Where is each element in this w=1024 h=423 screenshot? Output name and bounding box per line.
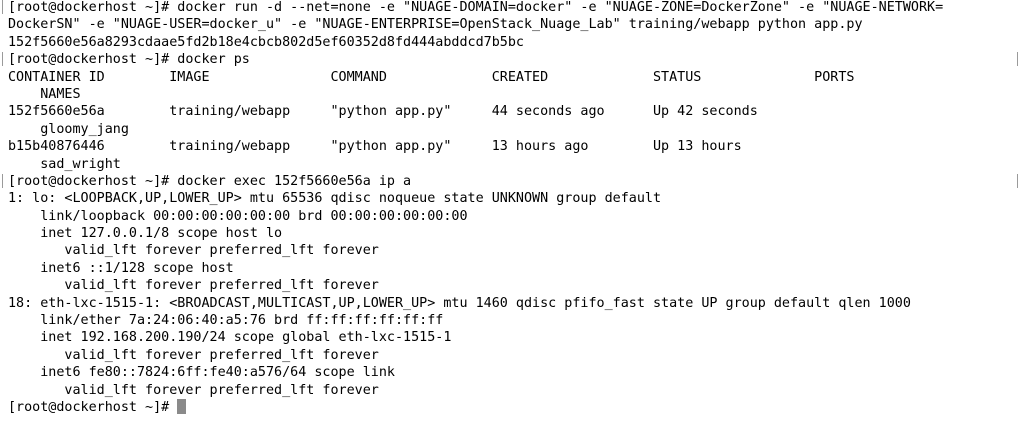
terminal-line: valid_lft forever preferred_lft forever xyxy=(0,242,1024,259)
terminal-line-container-hash: 152f5660e56a8293cdaae5fd2b18e4cbcb802d5e… xyxy=(0,34,1024,51)
line-marker xyxy=(2,173,3,188)
terminal-line: link/ether 7a:24:06:40:a5:76 brd ff:ff:f… xyxy=(0,312,1024,329)
line-text: NAMES xyxy=(8,86,81,102)
line-text: inet6 ::1/128 scope host xyxy=(8,260,234,276)
ps-header-names: NAMES xyxy=(0,86,1024,103)
ps-row: 152f5660e56a training/webapp "python app… xyxy=(0,103,1024,120)
text-cursor[interactable] xyxy=(177,398,187,414)
line-text: link/ether 7a:24:06:40:a5:76 brd ff:ff:f… xyxy=(8,313,444,329)
line-marker xyxy=(2,52,3,67)
line-text: 18: eth-lxc-1515-1: <BROADCAST,MULTICAST… xyxy=(8,295,911,311)
line-text: CONTAINER ID IMAGE COMMAND CREATED STATU… xyxy=(8,69,855,85)
line-text: sad_wright xyxy=(8,156,121,172)
line-text: 1: lo: <LOOPBACK,UP,LOWER_UP> mtu 65536 … xyxy=(8,191,662,207)
line-marker xyxy=(2,0,3,14)
terminal-line: valid_lft forever preferred_lft forever xyxy=(0,382,1024,399)
line-text: inet 127.0.0.1/8 scope host lo xyxy=(8,226,283,242)
terminal-line: 1: lo: <LOOPBACK,UP,LOWER_UP> mtu 65536 … xyxy=(0,190,1024,207)
ps-row-name: sad_wright xyxy=(0,156,1024,173)
line-marker xyxy=(1017,173,1018,188)
line-text: gloomy_jang xyxy=(8,121,129,137)
line-text: inet6 fe80::7824:6ff:fe40:a576/64 scope … xyxy=(8,365,395,381)
line-text: 152f5660e56a8293cdaae5fd2b18e4cbcb802d5e… xyxy=(8,34,524,50)
terminal-line: inet6 fe80::7824:6ff:fe40:a576/64 scope … xyxy=(0,364,1024,381)
terminal-line: inet6 ::1/128 scope host xyxy=(0,260,1024,277)
line-text: [root@dockerhost ~]# docker run -d --net… xyxy=(8,0,944,15)
line-text: valid_lft forever preferred_lft forever xyxy=(8,382,379,398)
line-text: 152f5660e56a training/webapp "python app… xyxy=(8,104,758,120)
line-text: DockerSN" -e "NUAGE-USER=docker_u" -e "N… xyxy=(8,17,863,33)
terminal-line: inet 192.168.200.190/24 scope global eth… xyxy=(0,329,1024,346)
ps-row: b15b40876446 training/webapp "python app… xyxy=(0,138,1024,155)
terminal-line: link/loopback 00:00:00:00:00:00 brd 00:0… xyxy=(0,208,1024,225)
line-text: valid_lft forever preferred_lft forever xyxy=(8,243,379,259)
prompt-text: [root@dockerhost ~]# xyxy=(8,399,178,415)
terminal-line: valid_lft forever preferred_lft forever xyxy=(0,277,1024,294)
line-marker xyxy=(1017,52,1018,67)
line-text: [root@dockerhost ~]# docker ps xyxy=(8,52,250,68)
ps-header-row: CONTAINER ID IMAGE COMMAND CREATED STATU… xyxy=(0,69,1024,86)
terminal-line-prompt-run: [root@dockerhost ~]# docker run -d --net… xyxy=(0,0,1024,16)
line-text: link/loopback 00:00:00:00:00:00 brd 00:0… xyxy=(8,208,468,224)
terminal-line: valid_lft forever preferred_lft forever xyxy=(0,347,1024,364)
ps-row-name: gloomy_jang xyxy=(0,121,1024,138)
terminal-line-prompt-current[interactable]: [root@dockerhost ~]# xyxy=(0,398,1024,416)
line-text: b15b40876446 training/webapp "python app… xyxy=(8,139,742,155)
line-text: valid_lft forever preferred_lft forever xyxy=(8,278,379,294)
terminal-window[interactable]: [root@dockerhost ~]# docker run -d --net… xyxy=(0,0,1024,423)
line-text: valid_lft forever preferred_lft forever xyxy=(8,347,379,363)
terminal-line-prompt-ps: [root@dockerhost ~]# docker ps xyxy=(0,51,1024,68)
terminal-line: inet 127.0.0.1/8 scope host lo xyxy=(0,225,1024,242)
terminal-line: 18: eth-lxc-1515-1: <BROADCAST,MULTICAST… xyxy=(0,295,1024,312)
terminal-line-prompt-exec: [root@dockerhost ~]# docker exec 152f566… xyxy=(0,173,1024,190)
line-text: inet 192.168.200.190/24 scope global eth… xyxy=(8,330,452,346)
terminal-line: DockerSN" -e "NUAGE-USER=docker_u" -e "N… xyxy=(0,16,1024,33)
line-text: [root@dockerhost ~]# docker exec 152f566… xyxy=(8,173,412,189)
